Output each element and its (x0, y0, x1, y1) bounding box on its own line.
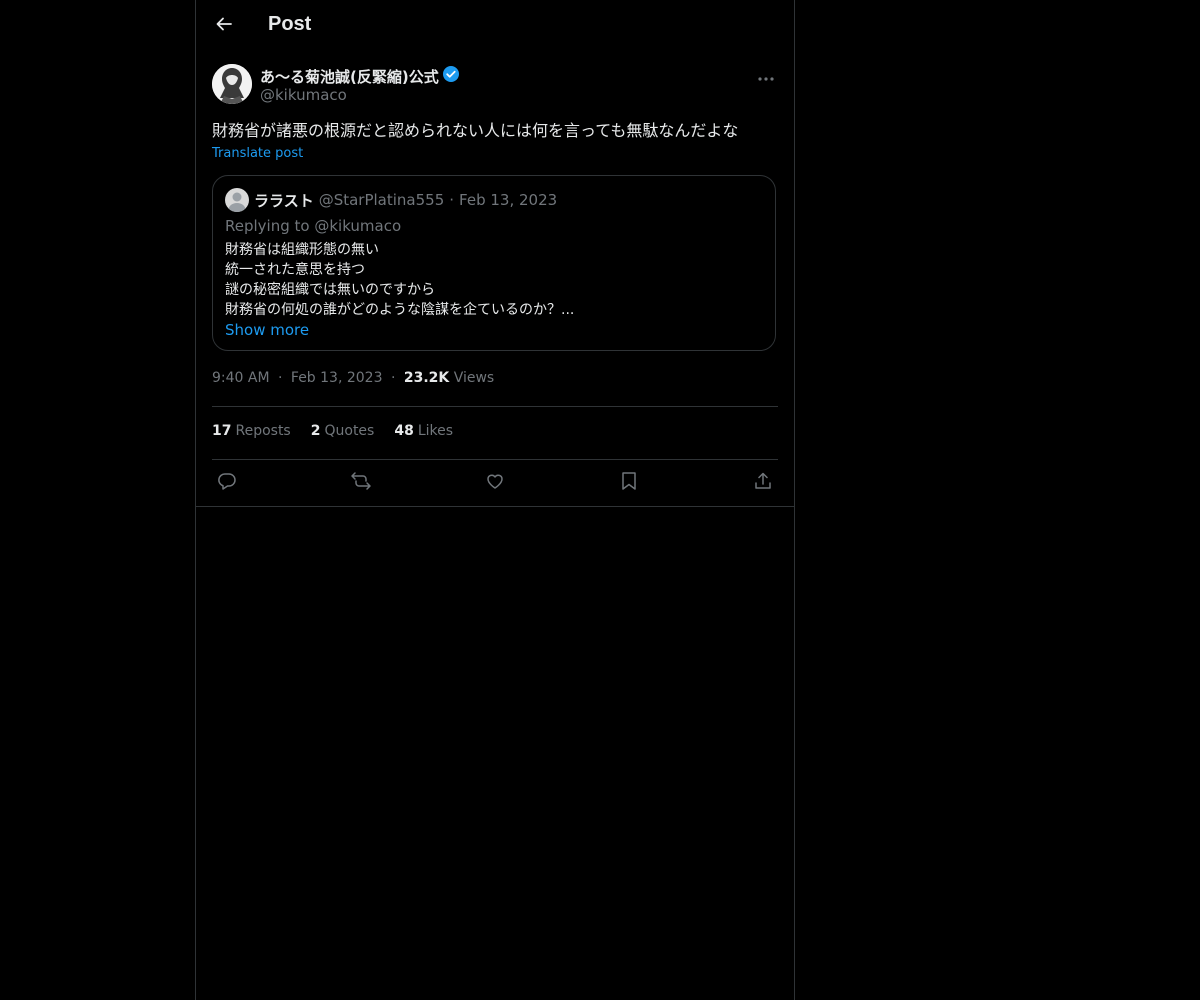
repost-button[interactable] (346, 469, 376, 497)
separator-dot: · (390, 370, 396, 386)
likes-stat[interactable]: 48 Likes (394, 423, 453, 439)
reposts-label: Reposts (235, 423, 291, 439)
views-label: Views (453, 370, 495, 386)
page-header: Post (196, 0, 794, 53)
share-button[interactable] (748, 469, 778, 497)
quoted-date: Feb 13, 2023 (459, 191, 558, 209)
quoted-post[interactable]: ララスト @StarPlatina555 · Feb 13, 2023 Repl… (212, 175, 776, 351)
repost-icon (350, 471, 372, 495)
quoted-line: 財務省は組織形態の無い (225, 242, 379, 258)
quoted-post-text: 財務省は組織形態の無い 統一された意思を持つ 謎の秘密組織では無いのですから 財… (225, 240, 574, 320)
likes-count: 48 (394, 423, 414, 439)
reply-button[interactable] (212, 469, 242, 497)
action-bar (212, 469, 778, 497)
arrow-left-icon (214, 14, 234, 38)
quotes-count: 2 (310, 423, 321, 439)
post-text: 財務省が諸悪の根源だと認められない人には何を言っても無駄なんだよな (212, 121, 739, 140)
post-stats: 17 Reposts 2 Quotes 48 Likes (212, 423, 453, 439)
likes-label: Likes (417, 423, 454, 439)
share-icon (753, 471, 773, 495)
more-options-button[interactable] (754, 64, 778, 88)
post-meta: 9:40 AM · Feb 13, 2023 · 23.2K Views (212, 370, 494, 386)
translate-post-link[interactable]: Translate post (212, 146, 303, 161)
quoted-author-handle: @StarPlatina555 (318, 191, 445, 209)
page-title: Post (268, 13, 312, 35)
divider (212, 406, 778, 407)
divider (196, 506, 794, 507)
quoted-line: 謎の秘密組織では無いのですから (225, 282, 435, 298)
bookmark-icon (620, 471, 638, 495)
show-more-link[interactable]: Show more (225, 321, 309, 339)
divider (212, 459, 778, 460)
replying-to: Replying to @kikumaco (225, 217, 402, 235)
reply-icon (217, 471, 237, 495)
quoted-avatar (225, 188, 249, 212)
separator-dot: · (278, 370, 283, 386)
quoted-line: 統一された意思を持つ (225, 262, 365, 278)
quoted-line: 財務省の何処の誰がどのような陰謀を企ているのか？... (225, 302, 575, 318)
quoted-author-name: ララスト (254, 191, 314, 210)
avatar[interactable] (212, 64, 252, 104)
more-icon (758, 67, 774, 86)
post-date[interactable]: Feb 13, 2023 (291, 370, 383, 386)
quotes-stat[interactable]: 2 Quotes (311, 423, 375, 439)
author-name-text: あ〜る菊池誠(反緊縮)公式 (260, 67, 439, 86)
back-button[interactable] (206, 8, 242, 44)
like-icon (485, 471, 505, 495)
separator-dot: · (449, 191, 455, 209)
views-count: 23.2K (403, 370, 450, 386)
verified-badge-icon (442, 65, 460, 87)
author-name[interactable]: あ〜る菊池誠(反緊縮)公式 (260, 65, 460, 87)
reposts-stat[interactable]: 17 Reposts (212, 423, 291, 439)
like-button[interactable] (480, 469, 510, 497)
quoted-post-header: ララスト @StarPlatina555 · Feb 13, 2023 (225, 188, 557, 212)
reposts-count: 17 (212, 423, 232, 439)
post-time[interactable]: 9:40 AM (212, 370, 270, 386)
author-handle[interactable]: @kikumaco (260, 86, 347, 104)
bookmark-button[interactable] (614, 469, 644, 497)
main-column: Post あ〜る菊池誠(反緊縮)公式 @kikumaco 財務省が諸悪の根源だと… (195, 0, 795, 1000)
quotes-label: Quotes (324, 423, 375, 439)
